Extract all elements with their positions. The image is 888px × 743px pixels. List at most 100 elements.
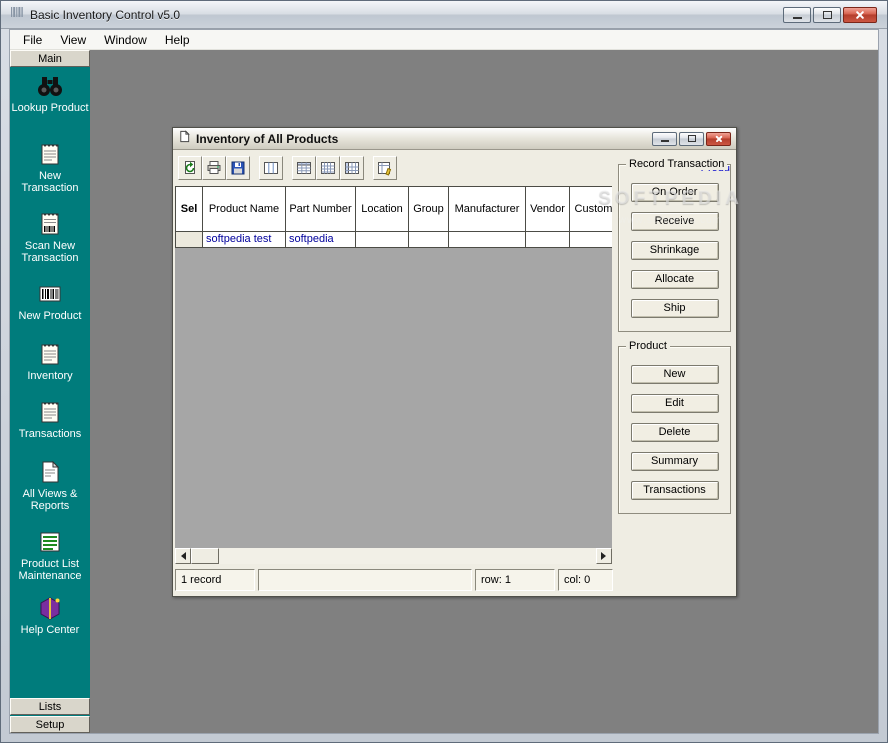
empty-grid-area xyxy=(175,248,612,548)
product-group: Product New Edit Delete Summary Transact… xyxy=(618,346,731,514)
column-header-location[interactable]: Location xyxy=(356,187,409,232)
sidebar-tab-setup[interactable]: Setup xyxy=(10,716,90,733)
titlebar: Basic Inventory Control v5.0 xyxy=(1,1,887,29)
close-button[interactable] xyxy=(843,7,877,23)
menu-file[interactable]: File xyxy=(14,31,51,49)
document-icon xyxy=(178,130,191,148)
minimize-icon xyxy=(793,17,802,19)
sidebar-item-all-views-reports[interactable]: All Views & Reports xyxy=(10,458,90,512)
menu-bar: File View Window Help xyxy=(10,30,878,50)
sidebar-item-product-list-maintenance[interactable]: Product List Maintenance xyxy=(10,528,90,582)
new-button[interactable]: New xyxy=(631,365,719,384)
sidebar-tab-lists[interactable]: Lists xyxy=(10,698,90,715)
ship-button[interactable]: Ship xyxy=(631,299,719,318)
status-row: row: 1 xyxy=(475,569,555,591)
status-info xyxy=(258,569,472,591)
status-col: col: 0 xyxy=(558,569,613,591)
sidebar-item-label: Help Center xyxy=(20,624,81,636)
grid-keyed-icon xyxy=(344,160,360,176)
toolbar-refresh-button[interactable] xyxy=(178,156,202,180)
scroll-right-button[interactable] xyxy=(596,548,612,564)
properties-icon xyxy=(377,160,393,176)
sidebar-item-new-product[interactable]: New Product xyxy=(10,280,90,322)
sidebar-item-label: Lookup Product xyxy=(10,102,89,114)
cell-vendor[interactable] xyxy=(526,232,570,248)
toolbar-print-button[interactable] xyxy=(202,156,226,180)
menu-window[interactable]: Window xyxy=(95,31,156,49)
toolbar-columns-button[interactable] xyxy=(259,156,283,180)
sidebar-item-label: Scan New Transaction xyxy=(10,240,90,264)
cell-manufacturer[interactable] xyxy=(449,232,526,248)
barcode-icon xyxy=(36,280,64,308)
allocate-button[interactable]: Allocate xyxy=(631,270,719,289)
sidebar-item-label: New Transaction xyxy=(10,170,90,194)
column-header-group[interactable]: Group xyxy=(409,187,449,232)
edit-button[interactable]: Edit xyxy=(631,394,719,413)
menu-view[interactable]: View xyxy=(51,31,95,49)
toolbar-grid-keyed-button[interactable] xyxy=(340,156,364,180)
sidebar-item-label: Transactions xyxy=(18,428,83,440)
delete-button[interactable]: Delete xyxy=(631,423,719,442)
sidebar-item-new-transaction[interactable]: New Transaction xyxy=(10,140,90,194)
minimize-button[interactable] xyxy=(783,7,811,23)
column-header-sel[interactable]: Sel xyxy=(176,187,203,232)
inventory-notepad-icon xyxy=(36,340,64,368)
shrinkage-button[interactable]: Shrinkage xyxy=(631,241,719,260)
action-panel: Record Transaction On Order Receive Shri… xyxy=(615,158,734,562)
group-title: Product xyxy=(626,340,670,352)
status-record-count: 1 record xyxy=(175,569,255,591)
minimize-icon xyxy=(661,140,669,142)
child-close-button[interactable] xyxy=(706,132,731,146)
window-title: Basic Inventory Control v5.0 xyxy=(30,8,180,22)
scrollbar-track[interactable] xyxy=(219,548,596,564)
status-bar: 1 record row: 1 col: 0 xyxy=(175,568,734,592)
sidebar-item-inventory[interactable]: Inventory xyxy=(10,340,90,382)
column-header-product-name[interactable]: Product Name xyxy=(203,187,286,232)
inventory-window: Inventory of All Products xyxy=(172,127,737,597)
toolbar-grid-view-button[interactable] xyxy=(292,156,316,180)
transactions-notepad-icon xyxy=(36,398,64,426)
receive-button[interactable]: Receive xyxy=(631,212,719,231)
cell-location[interactable] xyxy=(356,232,409,248)
on-order-button[interactable]: On Order xyxy=(631,183,719,202)
maximize-icon xyxy=(823,11,832,19)
reports-document-icon xyxy=(36,458,64,486)
arrow-right-icon xyxy=(601,552,610,560)
toolbar-properties-button[interactable] xyxy=(373,156,397,180)
toolbar-save-button[interactable] xyxy=(226,156,250,180)
app-icon xyxy=(9,4,25,25)
scroll-left-button[interactable] xyxy=(175,548,191,564)
sidebar-item-label: Inventory xyxy=(26,370,73,382)
cell-group[interactable] xyxy=(409,232,449,248)
child-caption-buttons xyxy=(652,132,731,146)
record-transaction-group: Record Transaction On Order Receive Shri… xyxy=(618,164,731,332)
sidebar-item-lookup-product[interactable]: Lookup Product xyxy=(10,72,90,114)
column-header-custom[interactable]: Custom xyxy=(570,187,612,232)
child-minimize-button[interactable] xyxy=(652,132,677,146)
row-selector-cell[interactable] xyxy=(176,232,203,248)
transactions-button[interactable]: Transactions xyxy=(631,481,719,500)
column-header-manufacturer[interactable]: Manufacturer xyxy=(449,187,526,232)
horizontal-scrollbar[interactable] xyxy=(175,548,612,564)
summary-button[interactable]: Summary xyxy=(631,452,719,471)
column-header-part-number[interactable]: Part Number xyxy=(286,187,356,232)
sidebar-item-help-center[interactable]: Help Center xyxy=(10,594,90,636)
sidebar-item-label: New Product xyxy=(18,310,83,322)
cell-product-name[interactable]: softpedia test xyxy=(203,232,286,248)
sidebar-item-transactions[interactable]: Transactions xyxy=(10,398,90,440)
arrow-left-icon xyxy=(177,552,186,560)
sidebar-item-scan-new-transaction[interactable]: Scan New Transaction xyxy=(10,210,90,264)
grid-dense-icon xyxy=(320,160,336,176)
sidebar-tab-main[interactable]: Main xyxy=(10,50,90,67)
child-maximize-button[interactable] xyxy=(679,132,704,146)
maximize-button[interactable] xyxy=(813,7,841,23)
products-table: Sel Product Name Part Number Location Gr… xyxy=(175,186,612,248)
child-titlebar: Inventory of All Products xyxy=(173,128,736,150)
scrollbar-thumb[interactable] xyxy=(191,548,219,564)
cell-custom[interactable] xyxy=(570,232,612,248)
menu-help[interactable]: Help xyxy=(156,31,199,49)
binoculars-icon xyxy=(36,72,64,100)
toolbar-grid-dense-button[interactable] xyxy=(316,156,340,180)
column-header-vendor[interactable]: Vendor xyxy=(526,187,570,232)
cell-part-number[interactable]: softpedia xyxy=(286,232,356,248)
